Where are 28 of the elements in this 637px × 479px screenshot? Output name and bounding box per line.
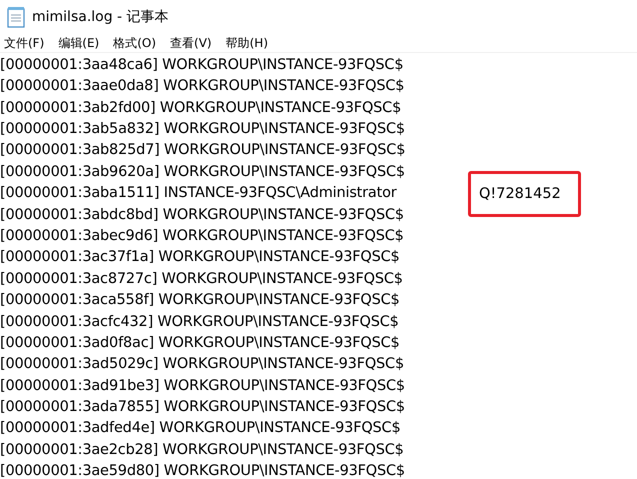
log-line: [00000001:3ab825d7] WORKGROUP\INSTANCE-93FQSC$ bbox=[0, 141, 406, 160]
log-line: [00000001:3ab9620a] WORKGROUP\INSTANCE-93FQSC$ bbox=[0, 162, 406, 182]
log-line: [00000001:3ab2fd00] WORKGROUP\INSTANCE-93FQSC$ bbox=[0, 98, 402, 118]
menu-item[interactable]: 文件(F) bbox=[2, 34, 46, 52]
log-line: [00000001:3abec9d6] WORKGROUP\INSTANCE-93FQSC$ bbox=[0, 226, 405, 246]
log-line: [00000001:3ad91be3] WORKGROUP\INSTANCE-93FQSC$ bbox=[0, 376, 406, 396]
log-line: [00000001:3aba1511] INSTANCE-93FQSC\Administrator bbox=[0, 184, 398, 204]
log-line: [00000001:3ad5029c] WORKGROUP\INSTANCE-93FQSC$ bbox=[0, 355, 406, 374]
log-line: [00000001:3aae0da8] WORKGROUP\INSTANCE-93FQSC$ bbox=[0, 77, 406, 96]
window-title: mimilsa.log - 记事本 bbox=[32, 8, 169, 26]
log-line: [00000001:3aca558f] WORKGROUP\INSTANCE-93FQSC$ bbox=[0, 291, 401, 310]
menu-item[interactable]: 帮助(H) bbox=[224, 34, 270, 52]
menu-item[interactable]: 查看(V) bbox=[168, 34, 214, 52]
log-line: [00000001:3ac8727c] WORKGROUP\INSTANCE-93FQSC$ bbox=[0, 270, 404, 289]
log-line: [00000001:3ada7855] WORKGROUP\INSTANCE-93FQSC$ bbox=[0, 398, 406, 418]
log-line: [00000001:3ab5a832] WORKGROUP\INSTANCE-93FQSC$ bbox=[0, 120, 406, 139]
menu-item[interactable]: 编辑(E) bbox=[56, 34, 102, 52]
log-line: [00000001:3ac37f1a] WORKGROUP\INSTANCE-93FQSC$ bbox=[0, 248, 401, 268]
log-line: [00000001:3ae2cb28] WORKGROUP\INSTANCE-93FQSC$ bbox=[0, 440, 405, 460]
log-line: [00000001:3acfc432] WORKGROUP\INSTANCE-93FQSC$ bbox=[0, 312, 400, 332]
log-line: [00000001:3aa48ca6] WORKGROUP\INSTANCE-93FQSC$ bbox=[0, 56, 404, 75]
log-line: [00000001:3adfed4e] WORKGROUP\INSTANCE-93FQSC$ bbox=[0, 419, 402, 438]
notepad-icon bbox=[6, 6, 26, 28]
log-line: [00000001:3abdc8bd] WORKGROUP\INSTANCE-93FQSC$ bbox=[0, 206, 405, 225]
highlighted-password: Q!7281452 bbox=[468, 171, 581, 218]
menu-item[interactable]: 格式(O) bbox=[111, 34, 158, 52]
log-line: [00000001:3ae59d80] WORKGROUP\INSTANCE-93FQSC$ bbox=[0, 462, 406, 479]
log-line: [00000001:3ad0f8ac] WORKGROUP\INSTANCE-93FQSC$ bbox=[0, 334, 401, 353]
